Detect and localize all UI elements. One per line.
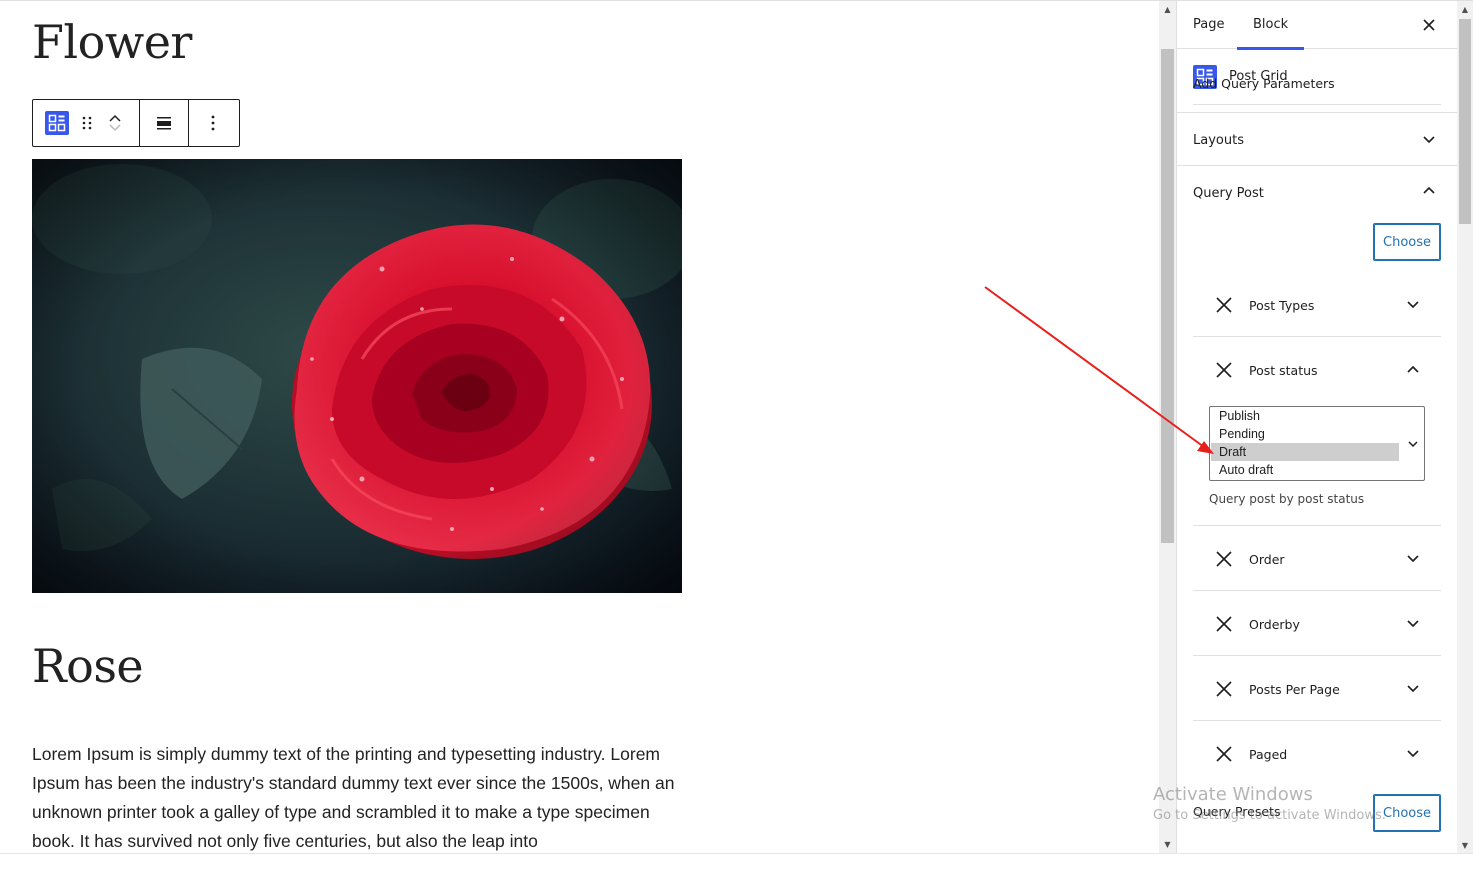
toolbar-group-options [189, 100, 237, 146]
scroll-up-arrow-icon[interactable]: ▲ [1159, 1, 1176, 18]
scroll-down-arrow-icon[interactable]: ▼ [1457, 837, 1473, 853]
chevron-up-icon[interactable] [1421, 183, 1437, 199]
add-query-parameters-row: Add Query Parameters [1193, 57, 1441, 105]
select-chevron-down-icon [1408, 441, 1418, 448]
param-post-types-label: Post Types [1249, 298, 1315, 313]
choose-query-parameters-button[interactable]: Choose [1373, 223, 1441, 261]
remove-param-icon[interactable] [1215, 745, 1233, 763]
post-status-help-text: Query post by post status [1209, 492, 1365, 506]
settings-sidebar: Page Block Post Grid Layouts Query Post … [1176, 1, 1457, 853]
choose-query-presets-button[interactable]: Choose [1373, 794, 1441, 832]
remove-param-icon[interactable] [1215, 550, 1233, 568]
param-paged-label: Paged [1249, 747, 1288, 762]
chevron-down-icon[interactable] [1405, 551, 1421, 567]
drag-handle-icon[interactable] [75, 100, 99, 146]
post-excerpt: Lorem Ipsum is simply dummy text of the … [32, 744, 675, 851]
remove-param-icon[interactable] [1215, 361, 1233, 379]
post-grid-block-icon[interactable] [45, 111, 69, 135]
param-post-types[interactable]: Post Types [1193, 272, 1441, 337]
featured-image-rose[interactable] [32, 159, 682, 593]
param-orderby[interactable]: Orderby [1193, 591, 1441, 656]
chevron-down-icon[interactable] [1405, 616, 1421, 632]
block-movers [103, 100, 127, 146]
toolbar-group-align [140, 100, 189, 146]
post-status-option-pending[interactable]: Pending [1211, 425, 1399, 443]
add-query-parameters-label: Add Query Parameters [1193, 76, 1335, 91]
chevron-down-icon[interactable] [1405, 297, 1421, 313]
sidebar-scroll-thumb[interactable] [1459, 19, 1471, 224]
remove-param-icon[interactable] [1215, 680, 1233, 698]
chevron-up-icon[interactable] [1405, 362, 1421, 378]
post-status-option-publish[interactable]: Publish [1211, 407, 1399, 425]
sidebar-scrollbar[interactable]: ▲ ▼ [1457, 1, 1473, 853]
chevron-down-icon[interactable] [1405, 681, 1421, 697]
tab-block[interactable]: Block [1237, 1, 1305, 50]
more-options-icon[interactable] [189, 100, 237, 146]
query-presets-label: Query Presets [1193, 804, 1281, 819]
canvas-scroll-thumb[interactable] [1161, 49, 1174, 543]
param-order[interactable]: Order [1193, 526, 1441, 591]
param-post-status-label: Post status [1249, 363, 1318, 378]
param-posts-per-page[interactable]: Posts Per Page [1193, 656, 1441, 721]
chevron-down-icon [1423, 136, 1435, 144]
editor-canvas[interactable]: Flower Rose Lorem Ipsum is simply dummy … [0, 1, 1159, 853]
canvas-scrollbar[interactable]: ▲ ▼ [1159, 1, 1176, 853]
move-down-icon[interactable] [108, 123, 122, 133]
post-status-multiselect[interactable]: Publish Pending Draft Auto draft [1209, 406, 1425, 481]
panel-layouts[interactable]: Layouts [1177, 113, 1457, 166]
remove-param-icon[interactable] [1215, 296, 1233, 314]
sidebar-tabs: Page Block [1177, 1, 1457, 50]
panel-layouts-label: Layouts [1193, 133, 1244, 148]
param-orderby-label: Orderby [1249, 617, 1300, 632]
close-icon[interactable] [1417, 13, 1441, 37]
chevron-down-icon[interactable] [1405, 746, 1421, 762]
editor-screen: Flower Rose Lorem Ipsum is simply dummy … [0, 0, 1473, 876]
post-status-option-auto-draft[interactable]: Auto draft [1211, 461, 1399, 479]
scroll-down-arrow-icon[interactable]: ▼ [1159, 836, 1176, 853]
param-order-label: Order [1249, 552, 1285, 567]
scroll-up-arrow-icon[interactable]: ▲ [1457, 1, 1473, 17]
toolbar-group-block [33, 100, 140, 146]
block-toolbar [32, 99, 240, 147]
param-posts-per-page-label: Posts Per Page [1249, 682, 1340, 697]
tab-page[interactable]: Page [1177, 1, 1240, 49]
align-icon[interactable] [140, 100, 188, 146]
post-title: Flower [32, 15, 192, 69]
post-status-option-draft[interactable]: Draft [1211, 443, 1399, 461]
move-up-icon[interactable] [108, 113, 122, 123]
second-post-title: Rose [32, 639, 144, 693]
panel-query-post-label[interactable]: Query Post [1193, 186, 1264, 201]
param-paged[interactable]: Paged [1193, 721, 1441, 781]
remove-param-icon[interactable] [1215, 615, 1233, 633]
bottom-bar [0, 853, 1473, 876]
